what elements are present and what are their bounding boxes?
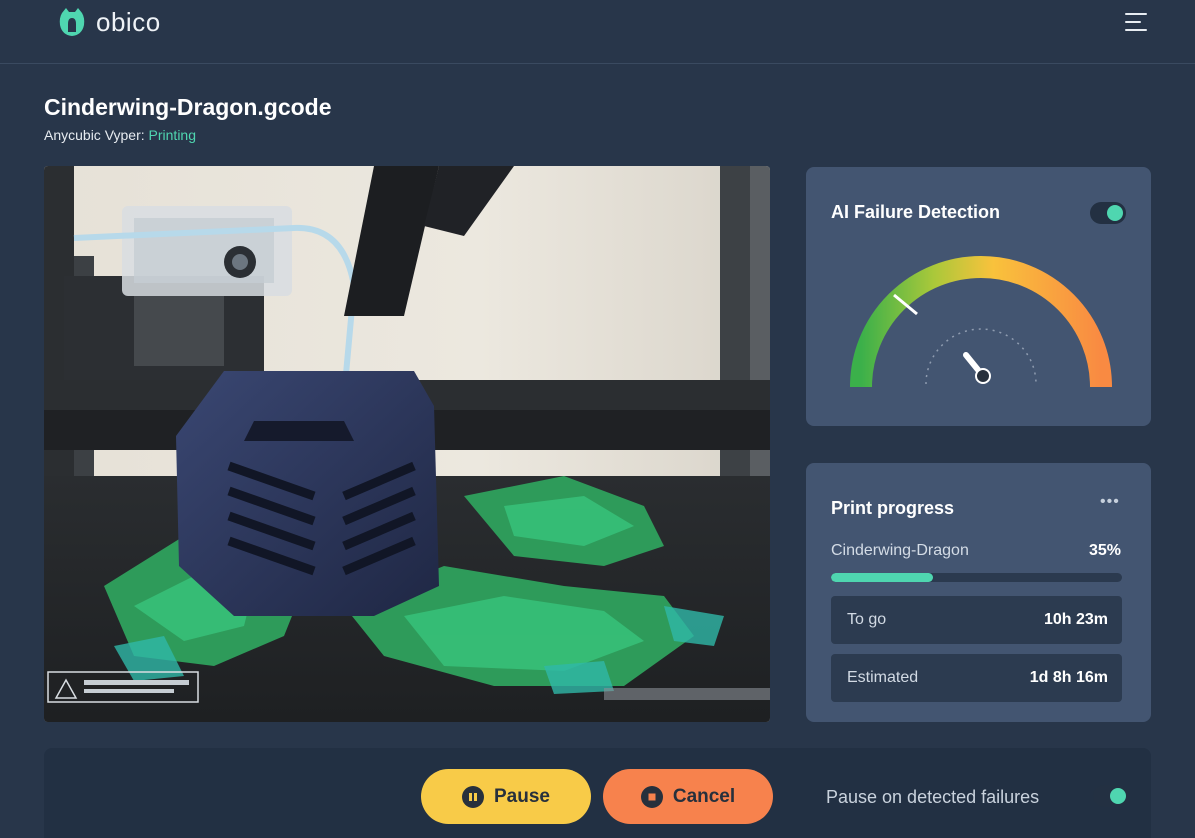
webcam-feed [44,166,770,722]
progress-bar [831,573,1122,582]
cancel-button[interactable]: Cancel [603,769,773,824]
pause-label: Pause [494,785,550,807]
cancel-label: Cancel [672,785,736,807]
more-dots-icon[interactable]: ••• [1100,493,1120,511]
pause-on-failures-label: Pause on detected failures [826,787,1040,807]
time-to-go-box: To go 10h 23m [831,596,1122,644]
page-title: Cinderwing-Dragon.gcode [44,94,332,120]
ai-detection-toggle[interactable] [1090,202,1126,224]
pause-on-failures-toggle[interactable] [1093,785,1129,807]
printer-status-line: Anycubic Vyper: Printing [44,127,196,143]
obico-logo-icon [59,8,85,36]
toggle-knob [1107,205,1123,221]
progress-percent: 35% [1089,542,1122,559]
obico-logo[interactable]: obico [54,4,161,40]
pause-icon [462,785,484,808]
logo-text: obico [96,6,161,37]
printer-name: Anycubic Vyper: [44,127,145,143]
hamburger-menu-icon[interactable] [1125,10,1149,34]
progress-bar-fill [831,573,933,582]
print-progress-card: Print progress ••• Cinderwing-Dragon 35%… [806,463,1151,722]
control-bar: Pause Cancel Pause on detected failures [44,748,1151,838]
ai-failure-detection-card: AI Failure Detection [806,167,1151,426]
to-go-value: 10h 23m [1043,611,1108,628]
webcam-image [44,166,770,722]
top-bar: obico [0,0,1195,64]
to-go-label: To go [847,611,887,628]
job-name: Cinderwing-Dragon [831,542,969,559]
toggle-knob [1110,788,1126,804]
pause-button[interactable]: Pause [421,769,591,824]
estimated-value: 1d 8h 16m [1029,669,1108,686]
stop-icon [640,785,663,808]
gauge-needle [963,352,991,384]
estimated-label: Estimated [847,669,919,686]
failure-gauge [850,256,1112,388]
printer-status: Printing [148,127,196,143]
estimated-time-box: Estimated 1d 8h 16m [831,654,1122,702]
print-progress-title: Print progress [831,498,955,518]
ai-detection-title: AI Failure Detection [831,202,1001,222]
